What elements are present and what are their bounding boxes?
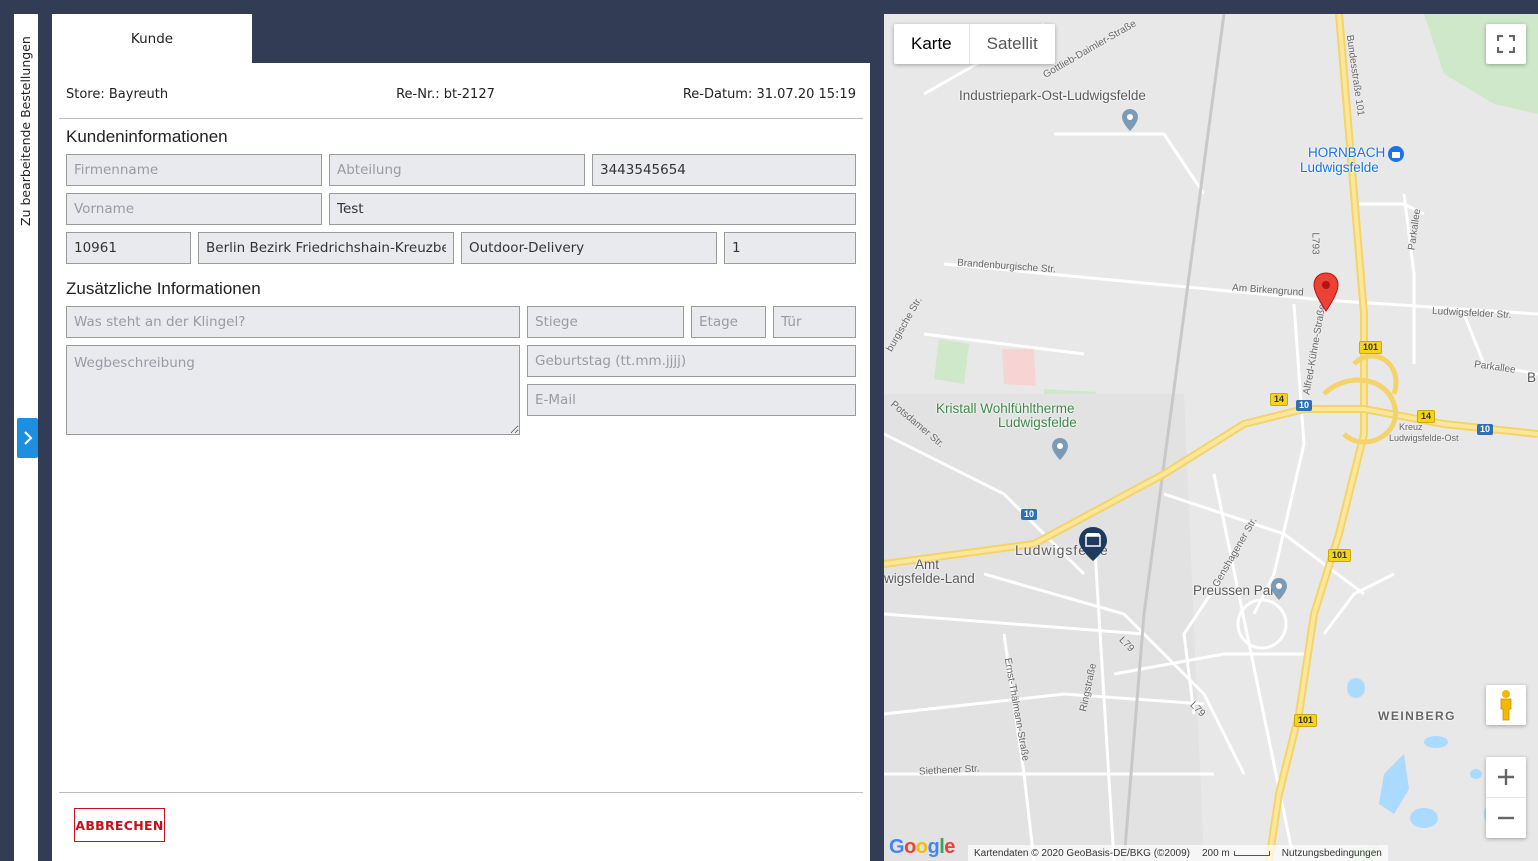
road-shield: 10 [1477, 424, 1494, 435]
map-label-hornbach: HORNBACH [1308, 145, 1386, 160]
map-label-b: B [1527, 370, 1537, 385]
zoom-controls [1486, 757, 1526, 838]
road-shield: 14 [1417, 410, 1436, 423]
zoom-in-icon [1498, 769, 1514, 785]
footer-divider [59, 792, 863, 793]
road-shield: 10 [1296, 400, 1313, 411]
birthday-field[interactable] [527, 345, 856, 377]
map-scale-label: 200 m [1201, 847, 1230, 859]
map-scale-bar [1233, 850, 1270, 856]
door-field[interactable] [773, 306, 856, 338]
cancel-button[interactable]: ABBRECHEN [74, 808, 165, 842]
last-name-field[interactable] [329, 193, 856, 225]
invoice-date: Re-Datum: 31.07.20 15:19 [682, 87, 856, 102]
store-marker-icon[interactable] [1078, 526, 1108, 562]
additional-section-title: Zusätzliche Informationen [66, 279, 261, 298]
divider [59, 118, 863, 119]
street-field[interactable] [461, 232, 717, 264]
road-shield: 14 [1270, 393, 1289, 406]
fullscreen-button[interactable] [1486, 24, 1526, 64]
map-label-kristall-city: Ludwigsfelde [998, 415, 1077, 430]
zoom-out-icon [1498, 816, 1514, 819]
directions-field[interactable] [66, 345, 520, 435]
map-label-amt-land: wigsfelde-Land [884, 571, 975, 586]
department-field[interactable] [329, 154, 585, 186]
location-marker-icon[interactable] [1313, 272, 1339, 312]
pegman-icon [1500, 690, 1512, 721]
map-type-selector: Karte Satellit [894, 24, 1055, 64]
map-pin-icon [1122, 109, 1138, 131]
first-name-field[interactable] [66, 193, 322, 225]
sidebar-tab-label: Zu bearbeitende Bestellungen [18, 36, 33, 226]
road-shield: 101 [1294, 714, 1318, 727]
company-field[interactable] [66, 154, 322, 186]
order-info-row: Store: Bayreuth Re-Nr.: bt-2127 Re-Datum… [66, 87, 856, 102]
map-data-credit[interactable]: Kartendaten © 2020 GeoBasis-DE/BKG (©200… [974, 848, 1190, 859]
email-field[interactable] [527, 384, 856, 416]
street-view-button[interactable] [1486, 685, 1526, 725]
phone-field[interactable] [592, 154, 856, 186]
map-view[interactable]: Karte Satellit Industriepark-Ost-Ludwigs… [884, 14, 1538, 861]
sidebar-toggle-button[interactable] [17, 418, 38, 458]
customer-form-panel: Store: Bayreuth Re-Nr.: bt-2127 Re-Datum… [52, 63, 870, 861]
zoom-out-button[interactable] [1486, 798, 1526, 838]
map-scale[interactable]: 200 m [1202, 848, 1270, 859]
map-pin-icon [1052, 438, 1068, 460]
shopping-icon [1388, 146, 1404, 162]
doorbell-field[interactable] [66, 306, 520, 338]
map-label-hornbach-city: Ludwigsfelde [1300, 160, 1379, 175]
customer-section-title: Kundeninformationen [66, 127, 228, 146]
road-shield: 10 [1021, 509, 1038, 520]
map-label-kristall: Kristall Wohlfühltherme [936, 401, 1075, 416]
road-shield: 101 [1328, 549, 1352, 562]
map-label-preussen-park: Preussen Park [1193, 583, 1282, 598]
map-label-industriepark: Industriepark-Ost-Ludwigsfelde [959, 88, 1146, 103]
chevron-right-icon [23, 431, 32, 445]
map-label-weinberg: WEINBERG [1378, 709, 1456, 723]
map-pin-icon [1271, 578, 1287, 600]
street-label: L793 [1309, 232, 1321, 255]
tab-kunde[interactable]: Kunde [52, 14, 252, 63]
road-shield: 101 [1359, 341, 1383, 354]
google-logo[interactable]: Google [889, 836, 955, 859]
floor-field[interactable] [691, 306, 766, 338]
map-type-karte[interactable]: Karte [894, 24, 969, 64]
map-attribution: Kartendaten © 2020 GeoBasis-DE/BKG (©200… [968, 845, 1388, 861]
map-terms-link[interactable]: Nutzungsbedingungen [1282, 848, 1382, 859]
house-number-field[interactable] [724, 232, 856, 264]
street-label: Ludwigsfelde-Ost [1389, 433, 1459, 443]
invoice-number: Re-Nr.: bt-2127 [396, 87, 495, 102]
map-label-amt: Amt [915, 557, 940, 572]
zoom-in-button[interactable] [1486, 758, 1526, 798]
map-type-satellit[interactable]: Satellit [968, 24, 1055, 64]
staircase-field[interactable] [527, 306, 684, 338]
zip-field[interactable] [66, 232, 191, 264]
street-label: Kreuz [1399, 422, 1423, 432]
district-field[interactable] [198, 232, 454, 264]
fullscreen-icon [1497, 35, 1515, 53]
store-label: Store: Bayreuth [66, 87, 169, 102]
